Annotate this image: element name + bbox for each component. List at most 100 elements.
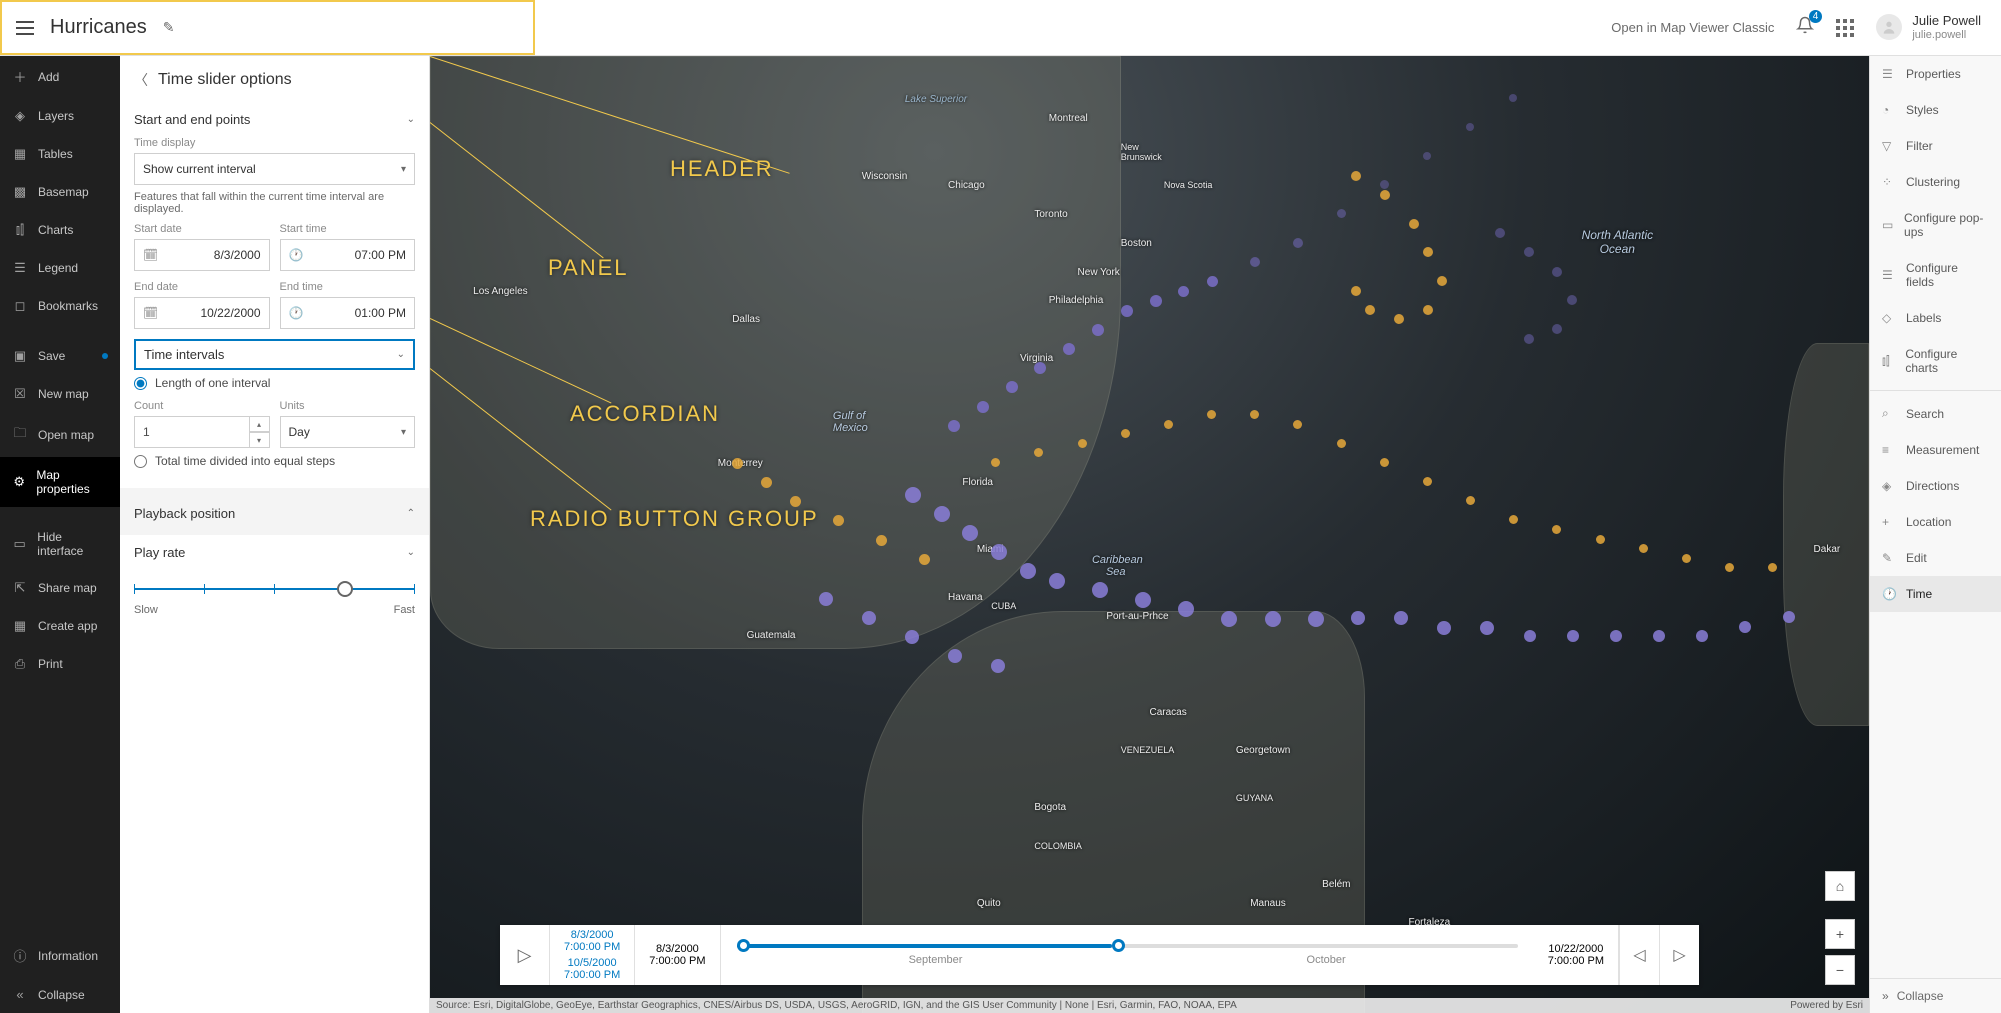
nav-print[interactable]: ⎙Print — [0, 645, 120, 683]
label-end-time: End time — [280, 281, 416, 293]
lake-label: Lake Superior — [905, 94, 967, 105]
units-select[interactable]: Day▾ — [280, 416, 416, 448]
tag-icon: ◇ — [1882, 311, 1896, 325]
label-units: Units — [280, 400, 416, 412]
nav-information[interactable]: ⓘInformation — [0, 935, 120, 976]
gear-icon: ⚙ — [12, 474, 26, 490]
collapse-left-icon: « — [12, 987, 28, 1002]
start-date-input[interactable]: 🗓8/3/2000 — [134, 239, 270, 271]
charts-icon: ⫾⫿ — [1882, 354, 1895, 369]
header-right: Open in Map Viewer Classic 4 Julie Powel… — [1611, 0, 2001, 55]
zoom-out-button[interactable]: − — [1825, 955, 1855, 985]
section-play-rate[interactable]: Play rate⌄ — [134, 535, 415, 566]
annotation-radio: RADIO BUTTON GROUP — [530, 506, 819, 532]
slider-thumb[interactable] — [337, 581, 353, 597]
section-start-end[interactable]: Start and end points⌄ — [134, 102, 415, 133]
rb-popups[interactable]: ▭Configure pop-ups — [1870, 200, 2001, 250]
print-icon: ⎙ — [12, 656, 28, 672]
timeline-handle-start[interactable] — [737, 939, 750, 952]
nav-bookmarks[interactable]: ◻Bookmarks — [0, 287, 120, 325]
filter-icon: ▽ — [1882, 139, 1896, 153]
rb-fields[interactable]: ☰Configure fields — [1870, 250, 2001, 300]
extent-end: 10/22/20007:00:00 PM — [1534, 925, 1619, 985]
nav-hide-interface[interactable]: ▭Hide interface — [0, 519, 120, 569]
nav-open-map[interactable]: 🗀Open map — [0, 413, 120, 457]
header-left: Hurricanes ✎ — [0, 0, 535, 55]
step-down-icon[interactable]: ▾ — [250, 432, 270, 448]
rb-search[interactable]: ⌕Search — [1870, 395, 2001, 432]
rb-collapse[interactable]: »Collapse — [1870, 978, 2001, 1013]
rb-properties[interactable]: ☰Properties — [1870, 56, 2001, 92]
nav-share-map[interactable]: ⇱Share map — [0, 569, 120, 607]
radio-equal-steps[interactable]: Total time divided into equal steps — [134, 448, 415, 474]
hint-text: Features that fall within the current ti… — [134, 191, 415, 215]
rb-measurement[interactable]: ≡Measurement — [1870, 432, 2001, 468]
open-classic-link[interactable]: Open in Map Viewer Classic — [1611, 20, 1774, 35]
step-up-icon[interactable]: ▴ — [250, 416, 270, 432]
rb-edit[interactable]: ✎Edit — [1870, 540, 2001, 576]
nav-add[interactable]: ＋Add — [0, 56, 120, 97]
rb-styles[interactable]: ◔Styles — [1870, 92, 2001, 128]
nav-legend[interactable]: ☰Legend — [0, 249, 120, 287]
app-icon: ▦ — [12, 618, 28, 634]
timeline-handle-end[interactable] — [1112, 939, 1125, 952]
count-stepper[interactable]: 1 ▴▾ — [134, 416, 270, 448]
app-switcher-icon[interactable] — [1836, 19, 1854, 37]
nav-tables[interactable]: ▦Tables — [0, 135, 120, 173]
label-end-date: End date — [134, 281, 270, 293]
step-back-button[interactable]: ◁ — [1619, 925, 1659, 985]
rb-charts[interactable]: ⫾⫿Configure charts — [1870, 336, 2001, 386]
clock-icon: 🕐 — [289, 248, 304, 262]
nav-basemap[interactable]: ▩Basemap — [0, 173, 120, 211]
notifications-icon[interactable]: 4 — [1796, 16, 1814, 39]
nav-save[interactable]: ▣Save — [0, 337, 120, 375]
rb-clustering[interactable]: ⁘Clustering — [1870, 164, 2001, 200]
time-display-select[interactable]: Show current interval▾ — [134, 153, 415, 185]
clock-icon: 🕐 — [1882, 587, 1896, 601]
step-forward-button[interactable]: ▷ — [1659, 925, 1699, 985]
zoom-in-button[interactable]: + — [1825, 919, 1855, 949]
user-menu[interactable]: Julie Powell julie.powell — [1876, 14, 1981, 40]
nav-charts[interactable]: ⫾⫿Charts — [0, 211, 120, 249]
rb-filter[interactable]: ▽Filter — [1870, 128, 2001, 164]
edit-title-icon[interactable]: ✎ — [163, 19, 175, 36]
new-icon: ☒ — [12, 386, 28, 402]
rb-labels[interactable]: ◇Labels — [1870, 300, 2001, 336]
time-slider: ▷ 8/3/20007:00:00 PM 10/5/20007:00:00 PM… — [500, 925, 1699, 985]
section-playback-position[interactable]: Playback position⌃ — [134, 496, 415, 527]
home-button[interactable]: ⌂ — [1825, 871, 1855, 901]
nav-layers[interactable]: ◈Layers — [0, 97, 120, 135]
rb-directions[interactable]: ◈Directions — [1870, 468, 2001, 504]
section-time-intervals[interactable]: Time intervals⌄ — [136, 341, 413, 368]
fast-label: Fast — [394, 604, 415, 616]
nav-collapse[interactable]: «Collapse — [0, 976, 120, 1013]
start-time-input[interactable]: 🕐07:00 PM — [280, 239, 416, 271]
play-button[interactable]: ▷ — [500, 925, 550, 985]
ocean-label: North AtlanticOcean — [1582, 228, 1654, 256]
nav-create-app[interactable]: ▦Create app — [0, 607, 120, 645]
radio-input[interactable] — [134, 455, 147, 468]
back-icon[interactable]: 〈 — [134, 70, 148, 90]
radio-length-interval[interactable]: Length of one interval — [134, 370, 415, 396]
popup-icon: ▭ — [1882, 218, 1894, 232]
ruler-icon: ≡ — [1882, 443, 1896, 457]
search-icon: ⌕ — [1882, 406, 1896, 421]
radio-input[interactable] — [134, 377, 147, 390]
shapes-icon: ◔ — [1882, 103, 1896, 117]
folder-icon: 🗀 — [12, 424, 28, 446]
extent-start: 8/3/20007:00:00 PM — [635, 925, 720, 985]
nav-map-properties[interactable]: ⚙Map properties — [0, 457, 120, 507]
nav-new-map[interactable]: ☒New map — [0, 375, 120, 413]
attribution-bar: Source: Esri, DigitalGlobe, GeoEye, Eart… — [430, 998, 1869, 1013]
menu-icon[interactable] — [16, 21, 34, 35]
table-icon: ▦ — [12, 146, 28, 162]
map-canvas[interactable]: North AtlanticOcean Gulf ofMexico Caribb… — [430, 56, 1869, 1013]
end-date-input[interactable]: 🗓10/22/2000 — [134, 297, 270, 329]
user-id: julie.powell — [1912, 29, 1981, 41]
end-time-input[interactable]: 🕐01:00 PM — [280, 297, 416, 329]
rb-time[interactable]: 🕐Time — [1870, 576, 2001, 612]
rb-location[interactable]: +Location — [1870, 504, 2001, 540]
calendar-icon: 🗓 — [143, 306, 158, 320]
play-rate-slider[interactable] — [134, 578, 415, 602]
timeline-track[interactable]: SeptemberOctober — [721, 925, 1534, 985]
